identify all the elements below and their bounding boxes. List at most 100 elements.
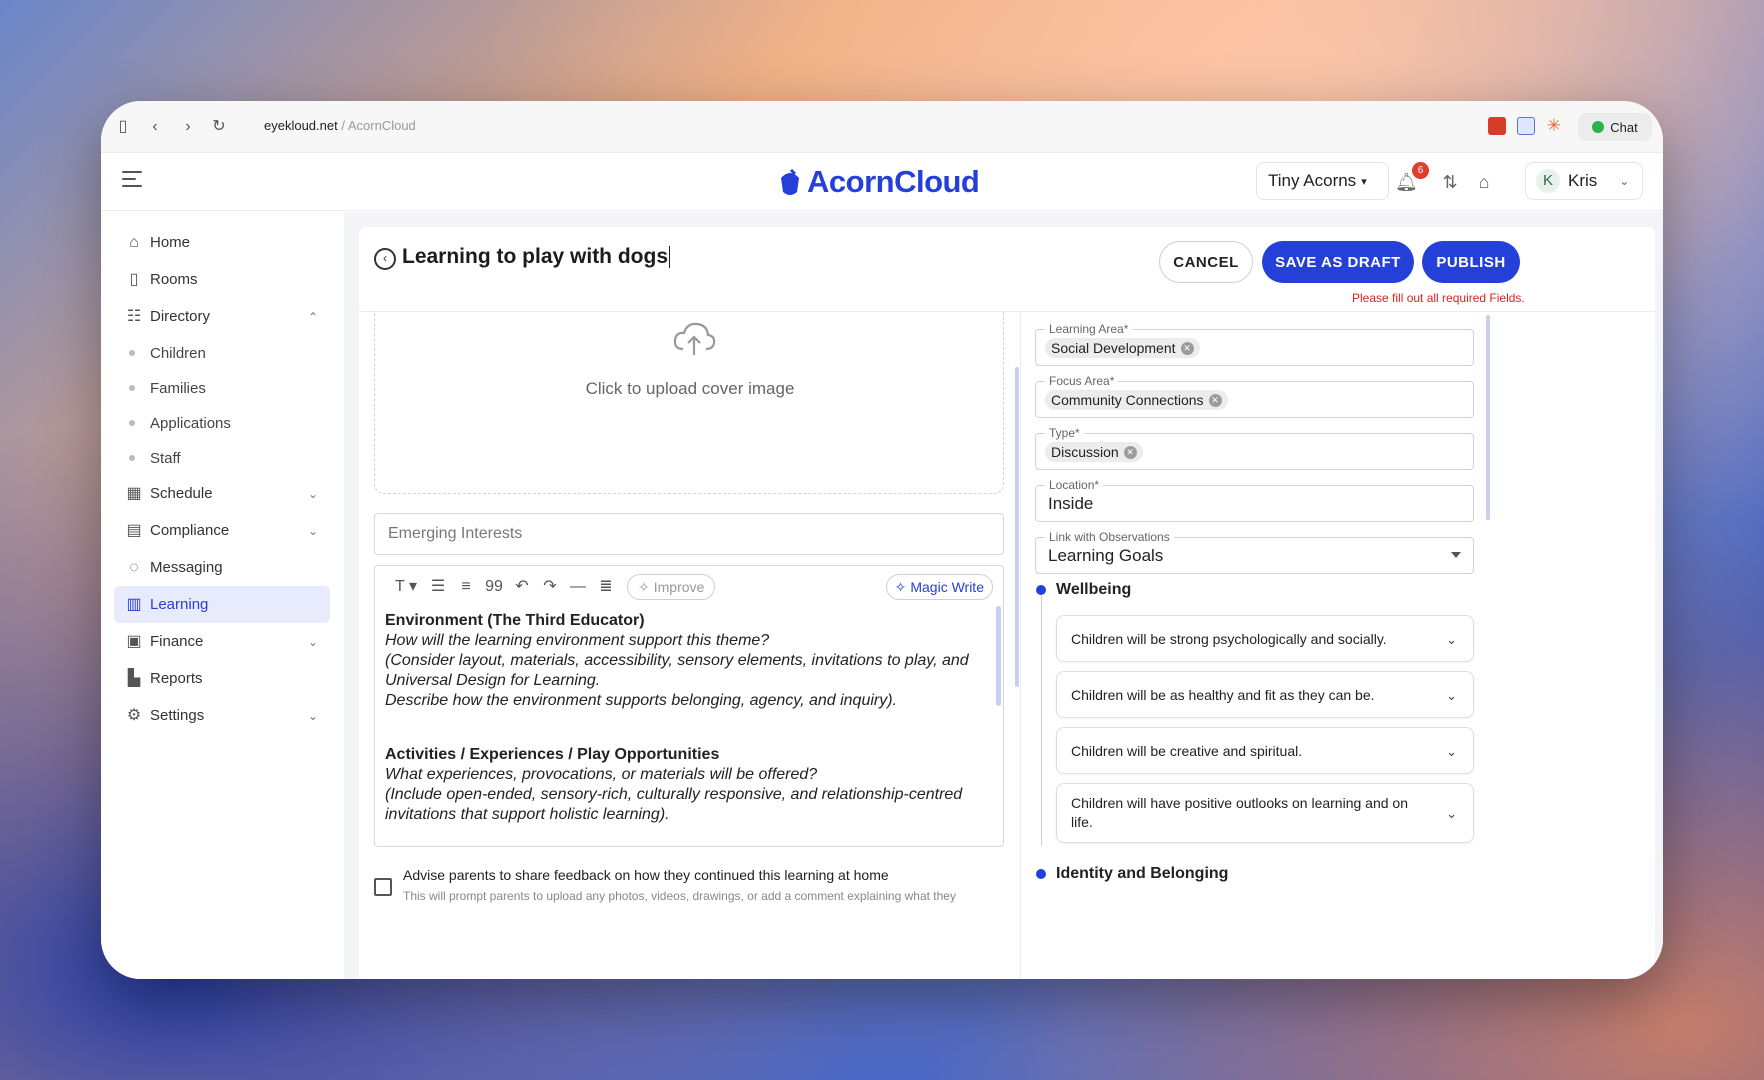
quote-icon[interactable]: 99 — [481, 576, 507, 598]
title-text: Learning to play with dogs — [402, 245, 669, 268]
extension-fd-icon[interactable] — [1517, 117, 1535, 135]
chart-icon: ▙ — [127, 669, 141, 687]
sidebar-item-rooms[interactable]: ▯ Rooms — [114, 261, 330, 298]
extension-sparkle-icon[interactable]: ✳ — [1545, 117, 1563, 135]
acorn-logo-icon — [781, 168, 799, 195]
chat-button[interactable]: Chat — [1578, 113, 1652, 141]
editor-line: invitations that support holistic learni… — [385, 806, 670, 823]
user-name: Kris — [1568, 171, 1598, 190]
sidebar-item-learning[interactable]: ▥ Learning — [114, 586, 330, 623]
link-observations-select[interactable]: Link with Observations Learning Goals — [1035, 530, 1474, 574]
undo-icon[interactable]: ↶ — [509, 576, 535, 598]
field-label: Learning Area* — [1045, 322, 1133, 336]
required-fields-message: Please fill out all required Fields. — [1352, 291, 1525, 305]
text-caret — [669, 246, 671, 269]
bullet-list-icon[interactable]: ☰ — [425, 576, 451, 598]
focus-area-field[interactable]: Focus Area* Community Connections ✕ — [1035, 374, 1474, 418]
remove-chip-icon[interactable]: ✕ — [1208, 393, 1222, 407]
book-icon: ▥ — [126, 595, 142, 613]
sidebar-item-directory[interactable]: ☷ Directory ⌃ — [114, 298, 330, 335]
text-style-icon[interactable]: T ▾ — [389, 576, 423, 598]
gear-icon: ⚙ — [126, 706, 142, 724]
cover-image-upload[interactable]: Click to upload cover image — [374, 311, 1004, 494]
horizontal-rule-icon[interactable]: — — [565, 576, 591, 598]
home-icon: ⌂ — [129, 233, 139, 251]
redo-icon[interactable]: ↷ — [537, 576, 563, 598]
sidebar-item-settings[interactable]: ⚙ Settings ⌄ — [114, 697, 330, 734]
sidebar-item-finance[interactable]: ▣ Finance ⌄ — [114, 623, 330, 660]
sidebar-item-messaging[interactable]: ◌ Messaging — [114, 549, 330, 586]
publish-button[interactable]: PUBLISH — [1422, 241, 1520, 283]
back-circle-icon[interactable]: ‹ — [374, 248, 396, 270]
url-bar[interactable]: eyekloud.net / AcornCloud — [264, 118, 416, 133]
sidebar-subitem-families[interactable]: Families — [129, 373, 206, 403]
type-field[interactable]: Type* Discussion ✕ — [1035, 426, 1474, 470]
emerging-interests-input[interactable]: Emerging Interests — [374, 513, 1004, 555]
switch-icon[interactable]: ⇅ — [1439, 171, 1461, 193]
chevron-down-icon: ⌄ — [1446, 632, 1457, 647]
sidebar-item-compliance[interactable]: ▤ Compliance ⌄ — [114, 512, 330, 549]
goal-text: Children will have positive outlooks on … — [1071, 795, 1408, 830]
identity-section-heading[interactable]: Identity and Belonging — [1036, 865, 1228, 883]
sidebar-item-label: Learning — [150, 596, 209, 613]
door-icon: ▯ — [129, 270, 139, 288]
organization-select[interactable]: Tiny Acorns ▾ — [1256, 162, 1389, 200]
field-label: Link with Observations — [1045, 530, 1174, 544]
back-icon[interactable]: ‹ — [145, 117, 165, 137]
avatar: K — [1536, 169, 1560, 193]
numbered-list-icon[interactable]: ≡ — [453, 576, 479, 598]
editor-line: What experiences, provocations, or mater… — [385, 766, 818, 783]
section-timeline-line — [1041, 596, 1042, 846]
remove-chip-icon[interactable]: ✕ — [1123, 445, 1137, 459]
goal-accordion-item[interactable]: Children will be creative and spiritual.… — [1056, 727, 1474, 774]
reload-icon[interactable]: ↻ — [209, 117, 229, 137]
field-label: Type* — [1045, 426, 1084, 440]
gift-icon[interactable]: ⌂ — [1473, 171, 1495, 193]
rich-text-editor[interactable]: T ▾ ☰ ≡ 99 ↶ ↷ — ≣ ✧ Improve ✧ Magic Write… — [374, 565, 1004, 847]
bullet-icon — [129, 420, 135, 426]
improve-button[interactable]: ✧ Improve — [627, 574, 716, 600]
editor-content[interactable]: Environment (The Third Educator) How wil… — [385, 611, 985, 841]
save-as-draft-button[interactable]: SAVE AS DRAFT — [1262, 241, 1414, 283]
url-domain: eyekloud.net — [264, 118, 338, 133]
goal-accordion-item[interactable]: Children will be strong psychologically … — [1056, 615, 1474, 662]
message-icon: ◌ — [129, 558, 139, 576]
goal-accordion-item[interactable]: Children will have positive outlooks on … — [1056, 783, 1474, 843]
sidebar-item-home[interactable]: ⌂ Home — [114, 224, 330, 261]
editor-line: Describe how the environment supports be… — [385, 692, 897, 709]
left-column-scrollbar[interactable] — [1015, 367, 1019, 687]
logo[interactable]: AcornCloud — [777, 162, 980, 202]
right-column-scrollbar[interactable] — [1486, 315, 1490, 520]
feedback-checkbox[interactable] — [374, 878, 392, 896]
chip-label: Discussion — [1051, 444, 1119, 460]
remove-chip-icon[interactable]: ✕ — [1180, 341, 1194, 355]
upload-text: Click to upload cover image — [585, 379, 795, 398]
calendar-check-icon: ▤ — [126, 521, 142, 539]
cancel-button[interactable]: CANCEL — [1159, 241, 1253, 283]
sidebar-toggle-icon[interactable]: ▯ — [113, 117, 133, 137]
user-menu[interactable]: K Kris ⌄ — [1525, 162, 1643, 200]
sidebar-subitem-children[interactable]: Children — [129, 338, 206, 368]
menu-icon[interactable] — [122, 171, 142, 187]
location-field[interactable]: Location* Inside — [1035, 478, 1474, 522]
chevron-down-icon: ⌄ — [1446, 744, 1457, 759]
learning-area-field[interactable]: Learning Area* Social Development ✕ — [1035, 322, 1474, 366]
sidebar-item-reports[interactable]: ▙ Reports — [114, 660, 330, 697]
extension-calendar-icon[interactable] — [1488, 117, 1506, 135]
goal-accordion-item[interactable]: Children will be as healthy and fit as t… — [1056, 671, 1474, 718]
sidebar-item-label: Finance — [150, 633, 204, 650]
sidebar-subitem-applications[interactable]: Applications — [129, 408, 231, 438]
chip-label: Community Connections — [1051, 392, 1204, 408]
align-icon[interactable]: ≣ — [593, 576, 619, 598]
sidebar-item-schedule[interactable]: ▦ Schedule ⌄ — [114, 475, 330, 512]
wellbeing-section-heading[interactable]: Wellbeing — [1036, 581, 1131, 599]
focus-area-chip: Community Connections ✕ — [1045, 390, 1228, 410]
page-title[interactable]: Learning to play with dogs — [402, 245, 671, 269]
url-path: AcornCloud — [347, 118, 416, 133]
section-title: Wellbeing — [1056, 581, 1132, 598]
editor-scrollbar[interactable] — [996, 606, 1001, 706]
sidebar-subitem-staff[interactable]: Staff — [129, 443, 181, 473]
forward-icon[interactable]: › — [178, 117, 198, 137]
column-divider — [1020, 311, 1021, 979]
magic-write-button[interactable]: ✧ Magic Write — [885, 574, 993, 600]
